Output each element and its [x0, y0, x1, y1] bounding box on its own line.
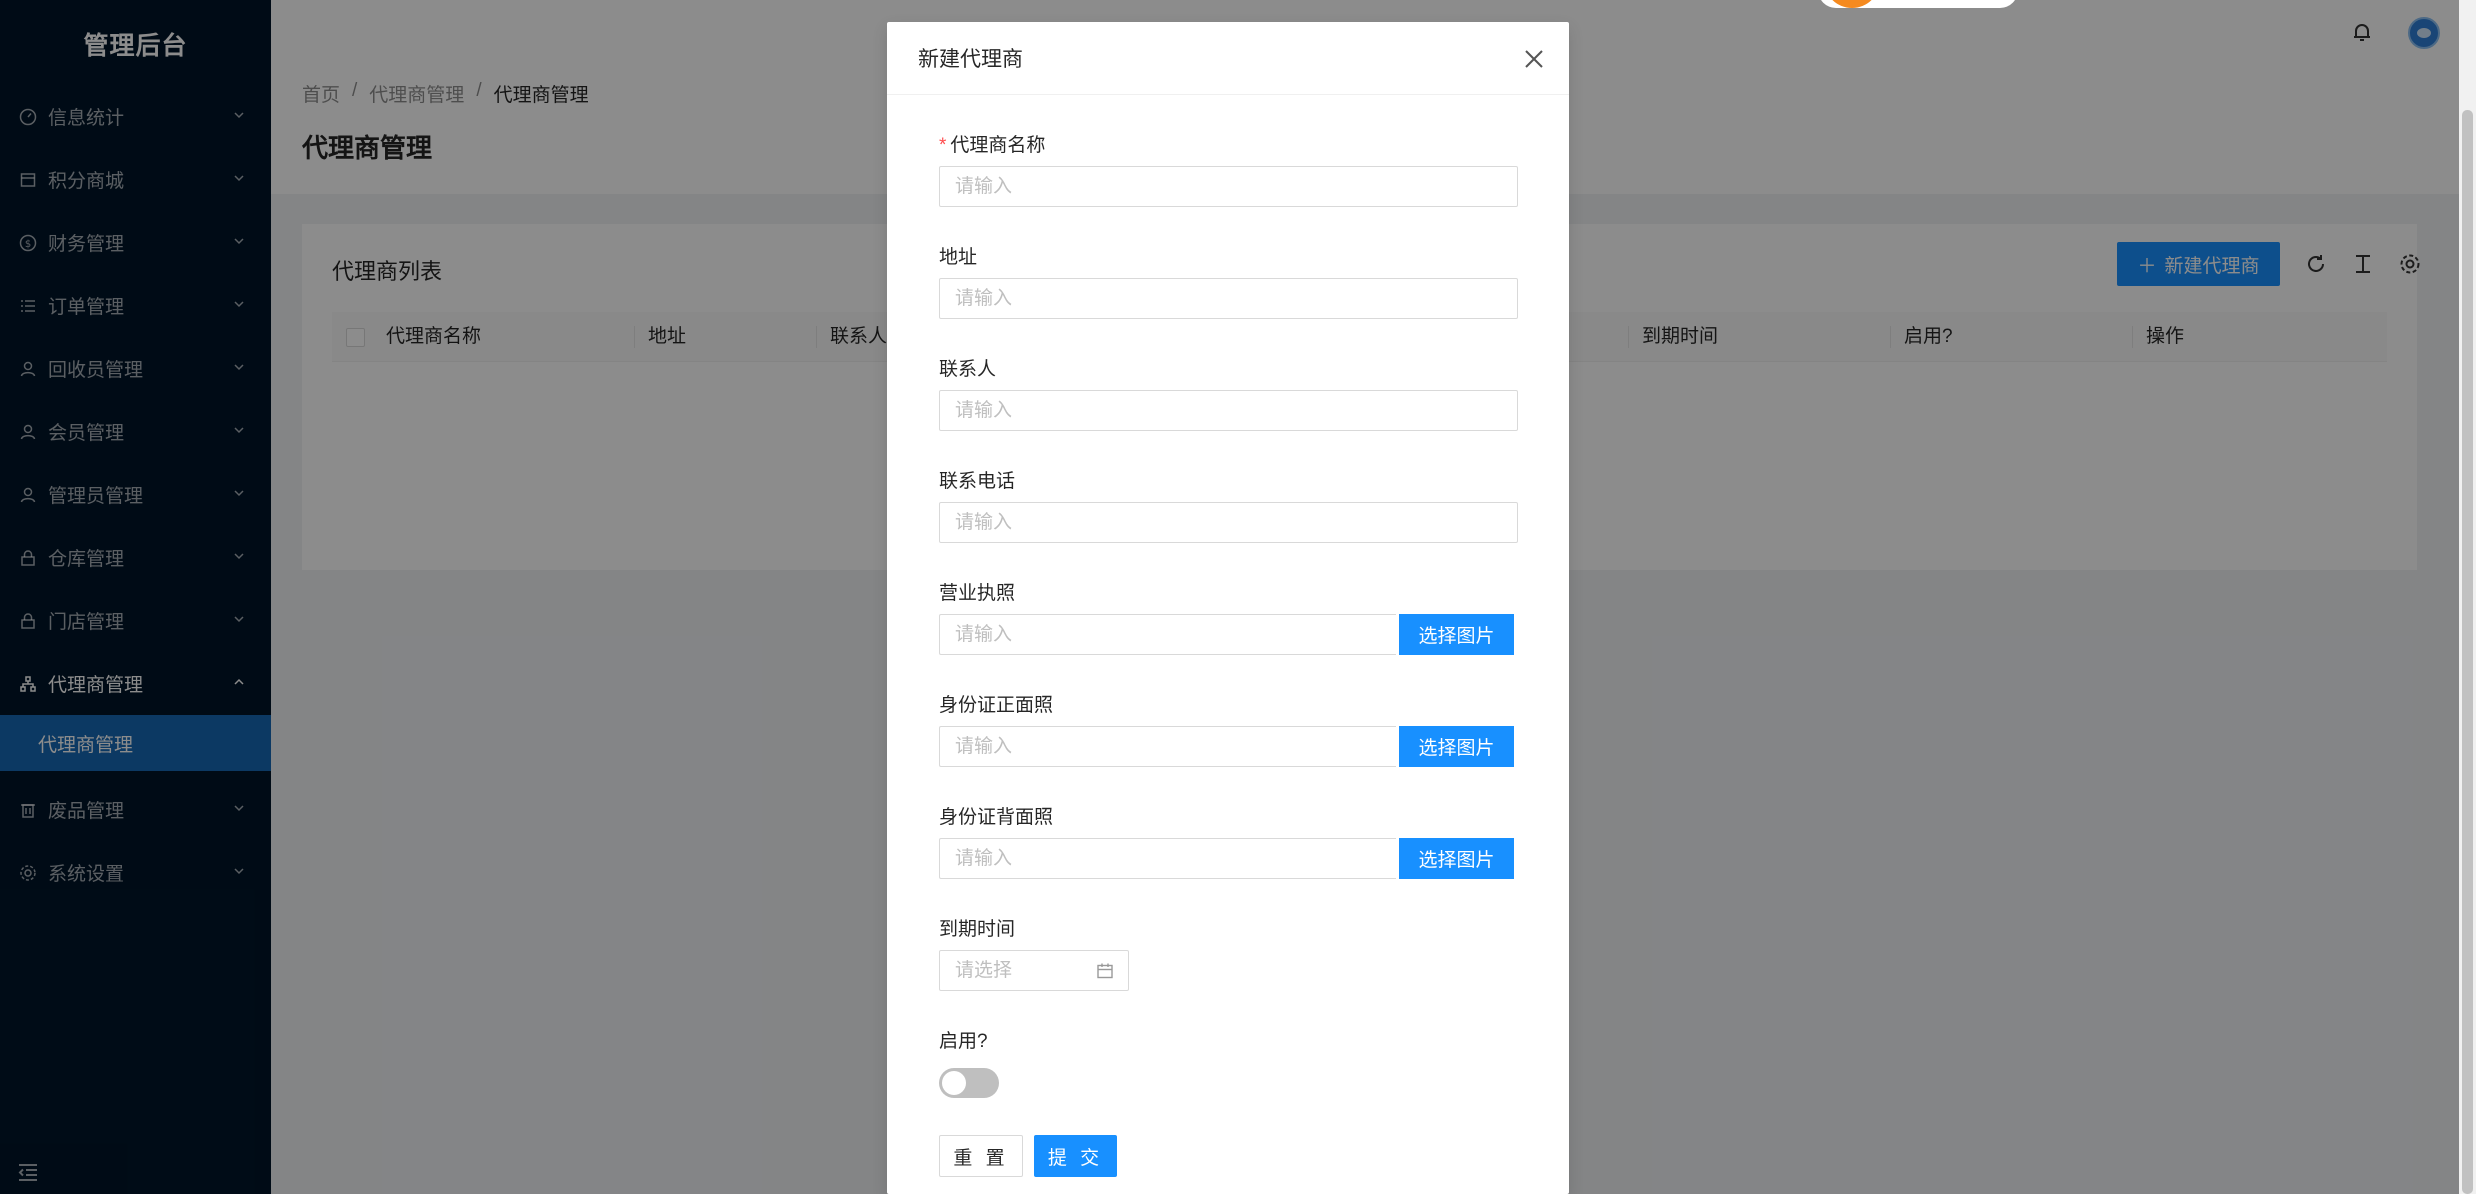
id-front-label: 身份证正面照 [939, 695, 1054, 716]
id-back-upload-button[interactable]: 选择图片 [1399, 838, 1514, 879]
scrollbar[interactable] [2459, 0, 2476, 1194]
close-icon[interactable] [1523, 48, 1545, 70]
scrollbar-thumb[interactable] [2462, 110, 2473, 1194]
id-front-input[interactable] [939, 726, 1396, 767]
modal-title: 新建代理商 [887, 22, 1569, 95]
date-placeholder: 请选择 [955, 960, 1013, 981]
submit-button[interactable]: 提 交 [1034, 1135, 1117, 1177]
id-back-label: 身份证背面照 [939, 807, 1054, 828]
id-front-upload-button[interactable]: 选择图片 [1399, 726, 1514, 767]
expire-date-picker[interactable]: 请选择 [939, 950, 1129, 991]
agent-name-input[interactable] [939, 166, 1518, 207]
id-back-input[interactable] [939, 838, 1396, 879]
license-upload-button[interactable]: 选择图片 [1399, 614, 1514, 655]
address-label: 地址 [939, 247, 978, 268]
expire-date-label: 到期时间 [939, 919, 1016, 940]
agent-name-label: * 代理商名称 [939, 135, 1046, 156]
enabled-switch[interactable] [939, 1068, 999, 1098]
enabled-label: 启用? [939, 1031, 988, 1052]
address-input[interactable] [939, 278, 1518, 319]
contact-input[interactable] [939, 390, 1518, 431]
reset-button[interactable]: 重 置 [939, 1135, 1023, 1177]
floating-widget [1818, 0, 2018, 8]
contact-label: 联系人 [939, 359, 997, 380]
license-input[interactable] [939, 614, 1396, 655]
required-mark: * [939, 135, 947, 156]
phone-label: 联系电话 [939, 471, 1016, 492]
calendar-icon [1097, 963, 1113, 979]
phone-input[interactable] [939, 502, 1518, 543]
license-label: 营业执照 [939, 583, 1016, 604]
